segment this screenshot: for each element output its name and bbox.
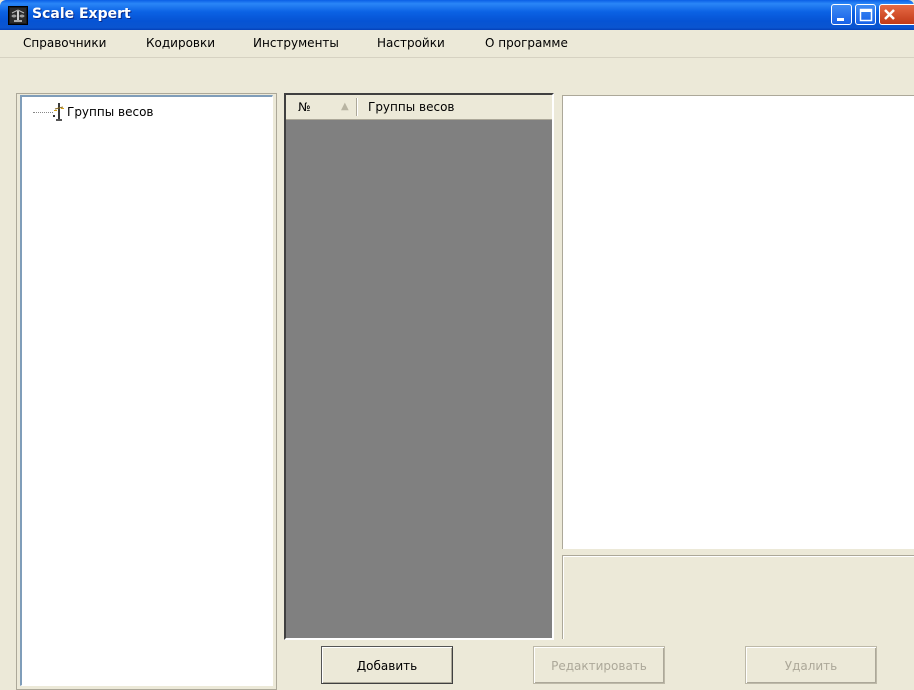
column-header-scale-groups[interactable]: Группы весов [368,100,454,114]
groups-list[interactable]: № ▲ Группы весов [284,93,554,640]
close-button[interactable] [879,4,914,25]
tree-connector [33,112,53,114]
close-icon [884,9,895,20]
delete-button[interactable]: Удалить [745,646,877,684]
maximize-button[interactable] [855,4,876,25]
menu-bar: Справочники Кодировки Инструменты Настро… [0,30,914,58]
add-button[interactable]: Добавить [321,646,453,684]
minimize-button[interactable] [831,4,852,25]
tree-item-scale-groups[interactable]: Группы весов [67,105,153,119]
app-icon[interactable] [8,6,28,25]
menu-about[interactable]: О программе [485,36,568,50]
menu-tools[interactable]: Инструменты [253,36,339,50]
info-panel [562,555,914,639]
list-header: № ▲ Группы весов [286,95,552,120]
minimize-icon [837,18,844,21]
menu-encodings[interactable]: Кодировки [146,36,215,50]
menu-directories[interactable]: Справочники [23,36,106,50]
sort-ascending-icon: ▲ [341,101,349,112]
menu-settings[interactable]: Настройки [377,36,445,50]
edit-button[interactable]: Редактировать [533,646,665,684]
scale-icon [52,101,66,126]
window-title: Scale Expert [32,6,131,22]
detail-panel [562,95,914,549]
title-bar[interactable]: Scale Expert [0,0,914,30]
column-header-number[interactable]: № [298,100,310,114]
column-divider[interactable] [356,98,358,116]
maximize-icon [859,8,873,22]
groups-tree[interactable]: Группы весов [20,95,273,686]
